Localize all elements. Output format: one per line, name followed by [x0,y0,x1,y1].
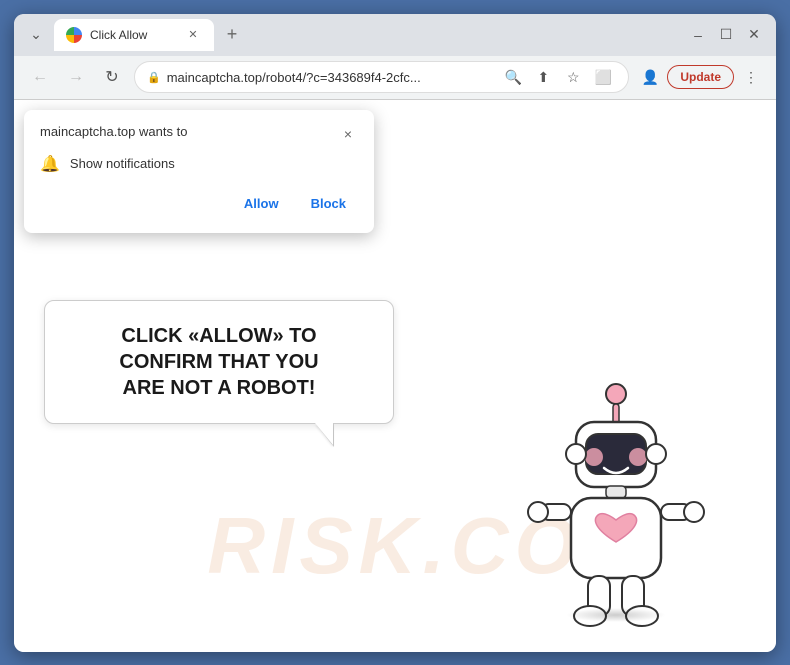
bookmark-icon[interactable]: ☆ [560,64,586,90]
page-content: RISK.CO maincaptcha.top wants to × 🔔 Sho… [14,100,776,652]
active-tab[interactable]: Click Allow ✕ [54,19,214,51]
tab-title: Click Allow [90,28,176,42]
notification-label: Show notifications [70,156,175,171]
more-options-icon[interactable]: ⋮ [738,64,764,90]
update-button[interactable]: Update [667,65,734,89]
url-actions: 🔍 ⬆ ☆ ⬜ [500,64,616,90]
search-icon[interactable]: 🔍 [500,64,526,90]
title-bar: ⌄ Click Allow ✕ + – ☐ ✕ [14,14,776,56]
maximize-button[interactable]: ☐ [716,25,736,45]
popup-buttons: Allow Block [40,190,358,217]
tab-bar: Click Allow ✕ + [54,19,680,51]
block-button[interactable]: Block [299,190,358,217]
lock-icon: 🔒 [147,71,161,84]
new-tab-button[interactable]: + [218,21,246,49]
robot-illustration [516,372,716,632]
bell-icon: 🔔 [40,154,60,174]
reload-button[interactable]: ↻ [98,63,126,91]
speech-bubble-container: CLICK «ALLOW» TO CONFIRM THAT YOU ARE NO… [44,300,394,424]
notification-popup: maincaptcha.top wants to × 🔔 Show notifi… [24,110,374,233]
tab-favicon-icon [66,27,82,43]
close-button[interactable]: ✕ [744,25,764,45]
window-controls: – ☐ ✕ [688,25,764,45]
popup-close-button[interactable]: × [338,124,358,144]
robot-shadow [566,608,666,622]
allow-button[interactable]: Allow [232,190,291,217]
back-button[interactable]: ← [26,63,54,91]
share-icon[interactable]: ⬆ [530,64,556,90]
forward-button[interactable]: → [62,63,90,91]
browser-window: ⌄ Click Allow ✕ + – ☐ ✕ ← → ↻ 🔒 maincapt… [14,14,776,652]
popup-title: maincaptcha.top wants to [40,124,187,139]
bubble-text-line2: ARE NOT A ROBOT! [75,375,363,401]
address-bar: ← → ↻ 🔒 maincaptcha.top/robot4/?c=343689… [14,56,776,100]
profile-icon[interactable]: 👤 [637,64,663,90]
url-box[interactable]: 🔒 maincaptcha.top/robot4/?c=343689f4-2cf… [134,61,629,93]
popup-header: maincaptcha.top wants to × [40,124,358,144]
url-text: maincaptcha.top/robot4/?c=343689f4-2cfc.… [167,70,495,85]
chevron-down-icon[interactable]: ⌄ [26,25,46,45]
notification-row: 🔔 Show notifications [40,154,358,174]
robot-container [516,372,716,632]
minimize-button[interactable]: – [688,25,708,45]
tab-cast-icon[interactable]: ⬜ [590,64,616,90]
speech-bubble: CLICK «ALLOW» TO CONFIRM THAT YOU ARE NO… [44,300,394,424]
bubble-text-line1: CLICK «ALLOW» TO CONFIRM THAT YOU [75,323,363,375]
tab-close-button[interactable]: ✕ [184,26,202,44]
toolbar-right: 👤 Update ⋮ [637,64,764,90]
